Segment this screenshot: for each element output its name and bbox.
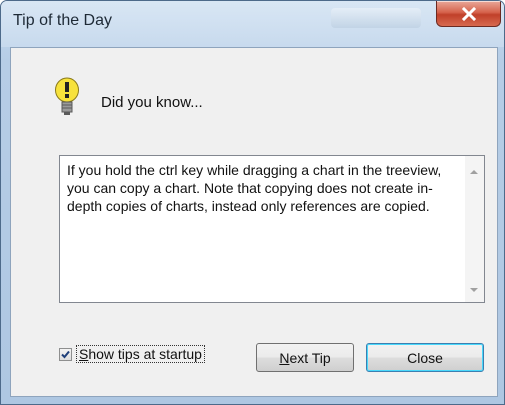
tip-dialog-window: Tip of the Day Did you know... If you ho… (0, 0, 505, 405)
show-tips-checkbox[interactable] (59, 347, 72, 361)
title-bar[interactable]: Tip of the Day (1, 1, 504, 47)
dialog-body: Did you know... If you hold the ctrl key… (10, 47, 498, 397)
scroll-down-icon[interactable] (470, 288, 478, 292)
show-tips-label[interactable]: Show tips at startup (76, 345, 205, 363)
show-tips-label-rest: how tips at startup (88, 346, 202, 362)
next-tip-mnemonic: N (279, 349, 290, 366)
next-tip-label-rest: ext Tip (289, 349, 331, 366)
tip-scrollbar[interactable] (465, 156, 484, 302)
close-icon (461, 6, 476, 21)
show-tips-checkbox-row[interactable]: Show tips at startup (59, 345, 205, 363)
lightbulb-icon (55, 77, 79, 115)
next-tip-button[interactable]: Next Tip (256, 343, 354, 372)
checkmark-icon (61, 350, 70, 358)
tip-text-area[interactable]: If you hold the ctrl key while dragging … (59, 155, 485, 303)
scroll-up-icon[interactable] (470, 170, 478, 174)
close-window-button[interactable] (436, 1, 501, 27)
titlebar-blur (331, 8, 421, 28)
tip-text: If you hold the ctrl key while dragging … (67, 162, 442, 214)
close-button[interactable]: Close (366, 343, 484, 372)
window-title: Tip of the Day (13, 12, 113, 29)
show-tips-label-mnemonic: S (79, 346, 89, 362)
did-you-know-heading: Did you know... (101, 94, 203, 111)
